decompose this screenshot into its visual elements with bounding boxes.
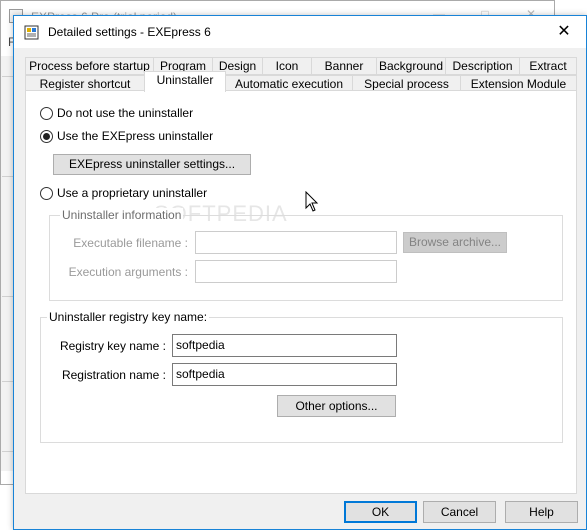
- tab-description[interactable]: Description: [445, 57, 520, 75]
- ok-button[interactable]: OK: [344, 501, 417, 523]
- tab-process-before-startup[interactable]: Process before startup: [25, 57, 154, 75]
- executable-filename-input[interactable]: [195, 231, 397, 254]
- cancel-button[interactable]: Cancel: [423, 501, 496, 523]
- help-button[interactable]: Help: [505, 501, 578, 523]
- radio-exepress-uninstaller[interactable]: [40, 130, 53, 143]
- registration-name-label: Registration name :: [61, 368, 166, 382]
- browse-archive-button[interactable]: Browse archive...: [403, 232, 507, 253]
- detailed-settings-dialog: Detailed settings - EXEpress 6 ✕ Process…: [13, 15, 587, 530]
- tab-banner[interactable]: Banner: [311, 57, 377, 75]
- tab-background[interactable]: Background: [376, 57, 446, 75]
- close-icon[interactable]: ✕: [550, 22, 578, 42]
- tab-extract[interactable]: Extract: [519, 57, 577, 75]
- registration-name-input[interactable]: softpedia: [172, 363, 397, 386]
- radio-selected-dot: [43, 133, 50, 140]
- execution-arguments-input[interactable]: [195, 260, 397, 283]
- radio-no-uninstaller-label[interactable]: Do not use the uninstaller: [57, 106, 193, 120]
- registry-key-name-input[interactable]: softpedia: [172, 334, 397, 357]
- execution-arguments-label: Execution arguments :: [68, 265, 188, 279]
- tab-icon[interactable]: Icon: [262, 57, 312, 75]
- radio-proprietary-uninstaller[interactable]: [40, 187, 53, 200]
- dialog-titlebar: Detailed settings - EXEpress 6 ✕: [14, 16, 586, 48]
- tab-uninstaller[interactable]: Uninstaller: [144, 71, 226, 92]
- uninstaller-panel: SOFTPEDIA Do not use the uninstaller Use…: [25, 90, 577, 494]
- radio-no-uninstaller[interactable]: [40, 107, 53, 120]
- dialog-title: Detailed settings - EXEpress 6: [48, 25, 211, 39]
- registry-key-name-label: Registry key name :: [59, 339, 166, 353]
- radio-exepress-uninstaller-label[interactable]: Use the EXEpress uninstaller: [57, 129, 213, 143]
- uninstaller-information-title: Uninstaller information: [60, 208, 184, 222]
- mouse-cursor-icon: [305, 191, 319, 212]
- uninstaller-registry-title: Uninstaller registry key name:: [47, 310, 210, 324]
- radio-proprietary-uninstaller-label[interactable]: Use a proprietary uninstaller: [57, 186, 207, 200]
- app-icon: [24, 25, 39, 40]
- other-options-button[interactable]: Other options...: [277, 395, 396, 417]
- exepress-uninstaller-settings-button[interactable]: EXEpress uninstaller settings...: [53, 154, 251, 175]
- executable-filename-label: Executable filename :: [73, 236, 188, 250]
- uninstaller-information-group: [49, 215, 563, 301]
